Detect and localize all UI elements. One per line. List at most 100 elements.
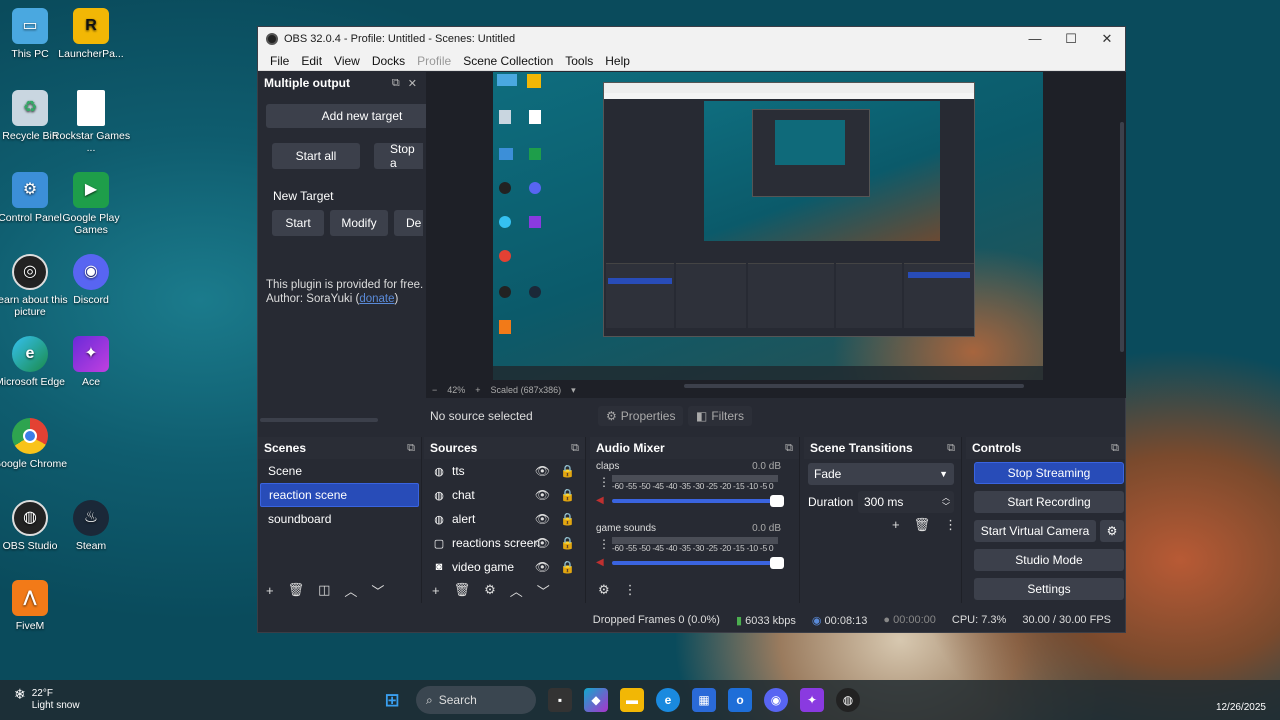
source-item[interactable]: ▢ reactions screen 👁 🔒 — [424, 531, 585, 555]
speaker-muted-icon[interactable]: ◀ — [596, 557, 608, 569]
undock-icon[interactable]: ⧉ — [392, 77, 400, 90]
scene-item-selected[interactable]: reaction scene — [260, 483, 419, 507]
eye-icon[interactable]: 👁 — [535, 536, 550, 550]
duration-spinbox[interactable]: 300 ms ︿ ﹀ — [858, 491, 954, 513]
menu-scene-collection[interactable]: Scene Collection — [457, 54, 559, 68]
menu-profile[interactable]: Profile — [411, 54, 457, 68]
preview-h-scrollbar[interactable] — [684, 384, 1024, 388]
add-icon[interactable]: + — [892, 517, 900, 533]
desktop-icon-google-chrome[interactable]: Google Chrome — [0, 418, 70, 470]
undock-icon[interactable]: ⧉ — [947, 442, 955, 455]
menu-docks[interactable]: Docks — [366, 54, 411, 68]
properties-button[interactable]: ⚙ Properties — [598, 406, 684, 426]
taskbar-search[interactable]: ⌕ Search — [416, 686, 536, 714]
dock-scrollbar[interactable] — [260, 418, 378, 422]
close-button[interactable]: ✕ — [1089, 31, 1125, 47]
filter-icon[interactable]: ◫ — [318, 582, 330, 598]
eye-icon[interactable]: 👁 — [535, 560, 550, 574]
chevron-up-icon[interactable]: ︿ — [510, 581, 523, 600]
lock-icon[interactable]: 🔒 — [560, 464, 575, 478]
zoom-in-button[interactable]: + — [475, 385, 480, 395]
desktop-icon-ace[interactable]: ✦ Ace — [51, 336, 131, 388]
volume-slider[interactable] — [612, 495, 784, 507]
trash-icon[interactable]: 🗑 — [454, 582, 471, 598]
settings-button[interactable]: Settings — [974, 578, 1124, 600]
chevron-down-icon[interactable]: ﹀ — [371, 581, 384, 600]
outlook-icon[interactable]: o — [728, 688, 752, 712]
menu-tools[interactable]: Tools — [559, 54, 599, 68]
ace-icon[interactable]: ✦ — [800, 688, 824, 712]
lock-icon[interactable]: 🔒 — [560, 536, 575, 550]
lock-icon[interactable]: 🔒 — [560, 560, 575, 574]
kebab-menu-icon[interactable]: ⋮ — [598, 475, 610, 489]
eye-icon[interactable]: 👁 — [535, 488, 550, 502]
desktop-icon-fivem[interactable]: ⋀ FiveM — [0, 580, 70, 632]
desktop-icon-rockstar-games[interactable]: Rockstar Games ... — [51, 90, 131, 154]
chevron-up-icon[interactable]: ︿ — [344, 581, 357, 600]
settings-icon[interactable]: ⚙ — [598, 582, 610, 598]
source-item[interactable]: ◙ video game 👁 🔒 — [424, 555, 585, 579]
edge-icon[interactable]: e — [656, 688, 680, 712]
preview-area[interactable]: − 42% + Scaled (687x386) ▾ — [426, 72, 1126, 398]
scene-item[interactable]: Scene — [260, 459, 419, 483]
task-view-icon[interactable]: ▪ — [548, 688, 572, 712]
add-icon[interactable]: + — [266, 583, 274, 598]
minimize-button[interactable]: — — [1017, 31, 1053, 47]
desktop-icon-google-play-games[interactable]: ▶ Google Play Games — [51, 172, 131, 236]
target-delete-button[interactable]: De — [394, 210, 423, 236]
add-icon[interactable]: + — [432, 583, 440, 598]
kebab-menu-icon[interactable]: ⋮ — [624, 582, 637, 598]
source-item[interactable]: ◍ alert 👁 🔒 — [424, 507, 585, 531]
weather-widget[interactable]: ❄ 22°F Light snow — [14, 687, 80, 712]
transition-select[interactable]: Fade ▼ — [808, 463, 954, 485]
filters-button[interactable]: ◧ Filters — [688, 406, 753, 426]
menu-file[interactable]: File — [264, 54, 295, 68]
speaker-muted-icon[interactable]: ◀ — [596, 495, 608, 507]
menu-edit[interactable]: Edit — [295, 54, 328, 68]
desktop-icon-launcherpatcher[interactable]: R LauncherPa... — [51, 8, 131, 60]
trash-icon[interactable]: 🗑 — [914, 517, 931, 533]
windows-start-icon[interactable]: ⊞ — [380, 688, 404, 712]
obs-icon[interactable]: ◍ — [836, 688, 860, 712]
start-recording-button[interactable]: Start Recording — [974, 491, 1124, 513]
lock-icon[interactable]: 🔒 — [560, 488, 575, 502]
kebab-menu-icon[interactable]: ⋮ — [598, 537, 610, 551]
store-icon[interactable]: ▦ — [692, 688, 716, 712]
stop-all-button[interactable]: Stop a — [374, 143, 423, 169]
scene-item[interactable]: soundboard — [260, 507, 419, 531]
menu-help[interactable]: Help — [599, 54, 636, 68]
file-explorer-icon[interactable]: ▬ — [620, 688, 644, 712]
gear-icon[interactable]: ⚙ — [484, 582, 496, 598]
discord-icon[interactable]: ◉ — [764, 688, 788, 712]
chevron-down-icon[interactable]: ﹀ — [537, 581, 550, 600]
slider-handle[interactable] — [770, 495, 784, 507]
volume-slider[interactable] — [612, 557, 784, 569]
trash-icon[interactable]: 🗑 — [288, 582, 305, 598]
maximize-button[interactable]: ☐ — [1053, 31, 1089, 47]
kebab-menu-icon[interactable]: ⋮ — [944, 517, 957, 533]
slider-handle[interactable] — [770, 557, 784, 569]
scale-dropdown-icon[interactable]: ▾ — [571, 385, 576, 396]
lock-icon[interactable]: 🔒 — [560, 512, 575, 526]
desktop-icon-discord[interactable]: ◉ Discord — [51, 254, 131, 306]
preview-v-scrollbar[interactable] — [1120, 122, 1124, 352]
target-start-button[interactable]: Start — [272, 210, 324, 236]
start-all-button[interactable]: Start all — [272, 143, 360, 169]
close-icon[interactable]: ✕ — [408, 77, 417, 90]
source-item[interactable]: ◍ tts 👁 🔒 — [424, 459, 585, 483]
desktop-icon-steam[interactable]: ♨ Steam — [51, 500, 131, 552]
studio-mode-button[interactable]: Studio Mode — [974, 549, 1124, 571]
copilot-icon[interactable]: ◆ — [584, 688, 608, 712]
source-item[interactable]: ◍ chat 👁 🔒 — [424, 483, 585, 507]
spin-arrows-icon[interactable]: ︿ ﹀ — [942, 493, 954, 511]
eye-icon[interactable]: 👁 — [535, 512, 550, 526]
donate-link[interactable]: donate — [359, 293, 394, 305]
stop-streaming-button[interactable]: Stop Streaming — [974, 462, 1124, 484]
zoom-out-button[interactable]: − — [432, 385, 437, 395]
virtual-camera-settings-button[interactable]: ⚙ — [1100, 520, 1124, 542]
target-modify-button[interactable]: Modify — [330, 210, 388, 236]
undock-icon[interactable]: ⧉ — [407, 442, 415, 455]
undock-icon[interactable]: ⧉ — [1111, 442, 1119, 455]
undock-icon[interactable]: ⧉ — [571, 442, 579, 455]
eye-icon[interactable]: 👁 — [535, 464, 550, 478]
